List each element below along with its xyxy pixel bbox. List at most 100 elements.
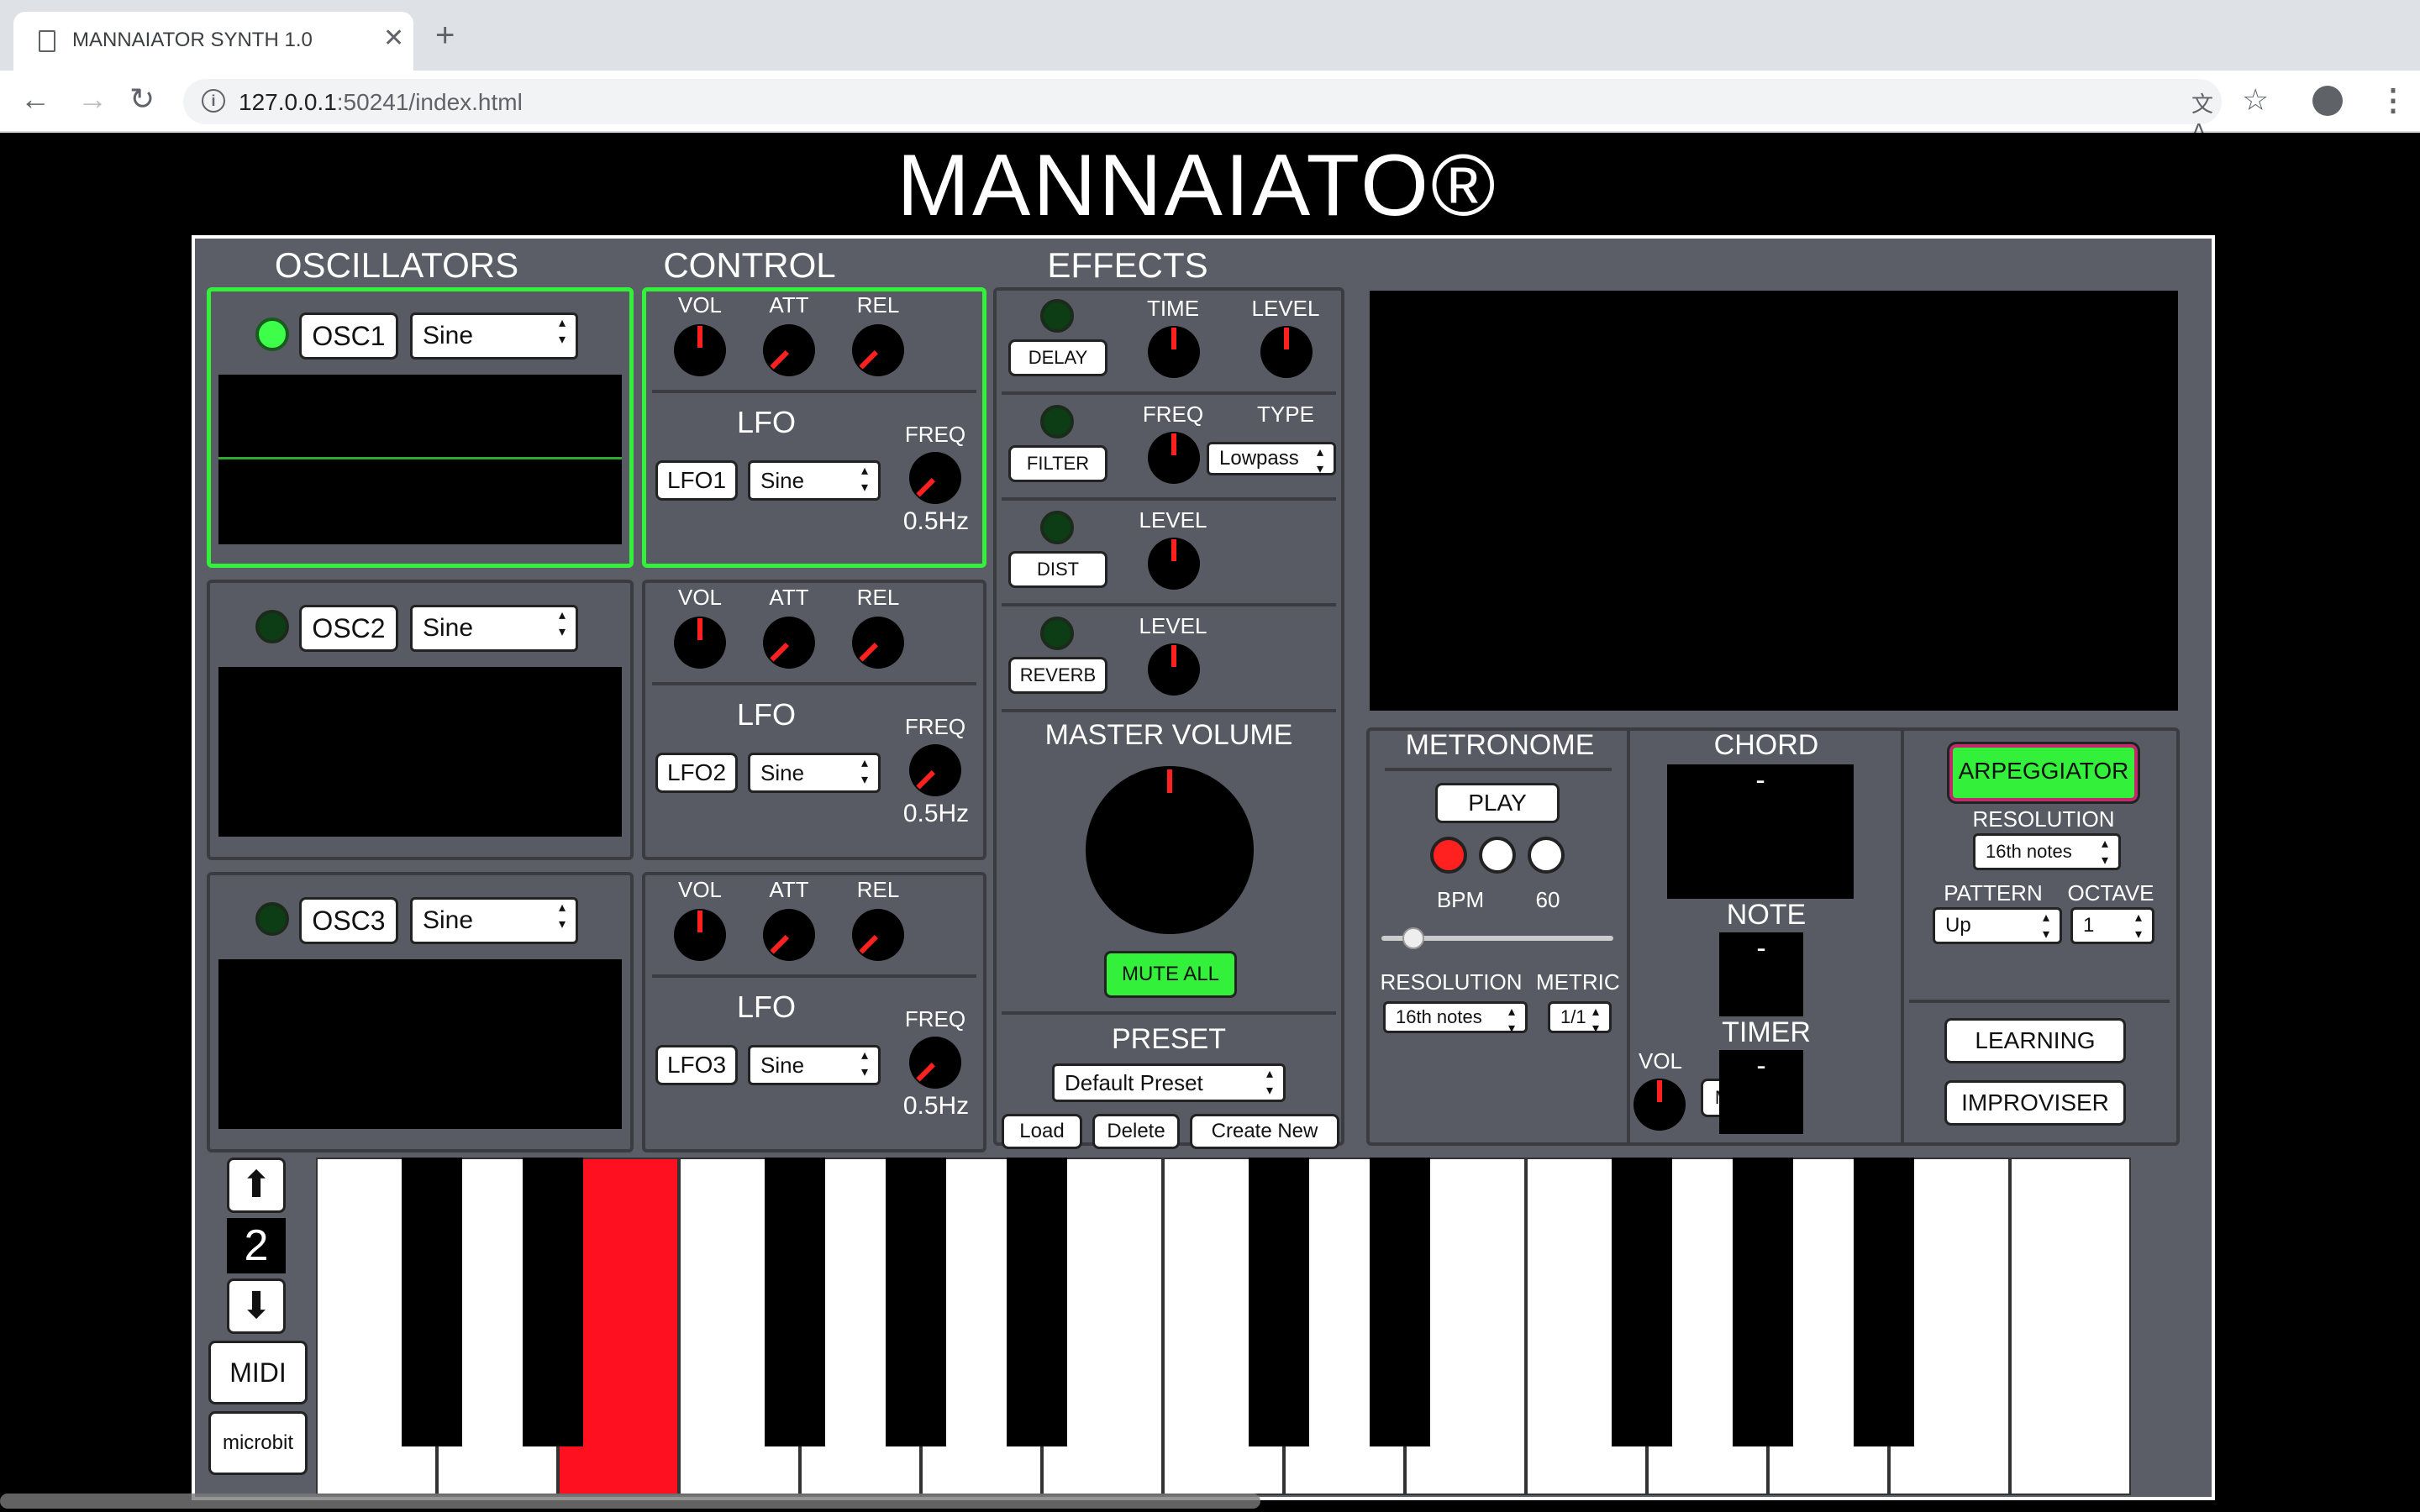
osc2-wave-select[interactable]: Sine <box>410 605 578 652</box>
filter-freq-knob[interactable] <box>1148 432 1200 484</box>
vol-label: VOL <box>677 877 723 902</box>
filter-type-select[interactable]: Lowpass <box>1207 442 1336 478</box>
octave-up-button[interactable]: ⬆ <box>227 1158 286 1213</box>
osc2-button[interactable]: OSC2 <box>299 605 398 652</box>
osc3-wave-select[interactable]: Sine <box>410 897 578 944</box>
learning-button[interactable]: LEARNING <box>1944 1018 2126 1063</box>
delay-button[interactable]: DELAY <box>1008 339 1107 376</box>
divider <box>1901 731 1904 1142</box>
black-key[interactable] <box>1370 1158 1430 1446</box>
bpm-slider-thumb[interactable] <box>1402 927 1424 949</box>
chord-display: - <box>1667 764 1854 899</box>
preset-select[interactable]: Default Preset <box>1052 1063 1286 1102</box>
osc1-vol-knob[interactable] <box>674 324 726 376</box>
close-tab-icon[interactable]: ✕ <box>383 24 404 53</box>
lfo2-button[interactable]: LFO2 <box>655 753 738 793</box>
black-key[interactable] <box>1007 1158 1067 1446</box>
filter-type-label: TYPE <box>1257 402 1314 427</box>
lfo3-button[interactable]: LFO3 <box>655 1045 738 1085</box>
black-key[interactable] <box>1249 1158 1309 1446</box>
metronome-play-button[interactable]: PLAY <box>1435 783 1560 823</box>
lfo3-freq-knob[interactable] <box>909 1037 961 1089</box>
lfo2-freq-knob[interactable] <box>909 744 961 796</box>
bpm-slider[interactable] <box>1381 927 1613 949</box>
metronome-vol-knob[interactable] <box>1634 1079 1686 1131</box>
metronome-resolution-select[interactable]: 16th notes <box>1383 1001 1528 1037</box>
osc2-rel-knob[interactable] <box>852 617 904 669</box>
reverb-button[interactable]: REVERB <box>1008 657 1107 694</box>
lfo3-wave-select[interactable]: Sine <box>748 1045 881 1085</box>
lfo1-wave-select[interactable]: Sine <box>748 460 881 501</box>
black-key[interactable] <box>402 1158 462 1446</box>
oscillators-heading: OSCILLATORS <box>274 245 519 285</box>
att-label: ATT <box>769 585 809 610</box>
osc2-att-knob[interactable] <box>763 617 815 669</box>
preset-load-button[interactable]: Load <box>1002 1114 1082 1149</box>
reload-icon[interactable]: ↻ <box>129 84 155 114</box>
osc3-rel-knob[interactable] <box>852 909 904 961</box>
arp-resolution-select[interactable]: 16th notes <box>1973 833 2121 870</box>
preset-delete-button[interactable]: Delete <box>1092 1114 1180 1149</box>
lfo1-freq-knob[interactable] <box>909 452 961 504</box>
browser-tab[interactable]: MANNAIATOR SYNTH 1.0 ✕ <box>13 12 413 71</box>
lfo1-button[interactable]: LFO1 <box>655 460 738 501</box>
delay-time-knob[interactable] <box>1148 326 1200 378</box>
preset-create-button[interactable]: Create New <box>1190 1114 1339 1149</box>
divider <box>1002 1011 1336 1015</box>
osc3-button[interactable]: OSC3 <box>299 897 398 944</box>
url-text[interactable]: 127.0.0.1:50241/index.html <box>239 89 523 116</box>
osc1-button[interactable]: OSC1 <box>299 312 398 360</box>
black-key[interactable] <box>1854 1158 1914 1446</box>
delay-led[interactable] <box>1040 299 1074 333</box>
osc1-led[interactable] <box>255 318 289 351</box>
black-key[interactable] <box>1733 1158 1793 1446</box>
lfo-freq-label: FREQ <box>904 714 966 739</box>
osc2-vol-knob[interactable] <box>674 617 726 669</box>
info-icon[interactable]: i <box>202 89 225 113</box>
lfo2-wave-select[interactable]: Sine <box>748 753 881 793</box>
delay-level-knob[interactable] <box>1260 326 1313 378</box>
white-key[interactable] <box>2010 1158 2131 1495</box>
master-volume-knob[interactable] <box>1086 766 1254 934</box>
pattern-label: PATTERN <box>1944 880 2043 906</box>
metric-select[interactable]: 1/1 <box>1548 1001 1612 1037</box>
reverb-led[interactable] <box>1040 617 1074 650</box>
improviser-button[interactable]: IMPROVISER <box>1944 1080 2126 1126</box>
osc1-att-knob[interactable] <box>763 324 815 376</box>
filter-button[interactable]: FILTER <box>1008 445 1107 482</box>
forward-icon[interactable]: → <box>77 84 108 114</box>
black-key[interactable] <box>523 1158 583 1446</box>
new-tab-icon[interactable]: + <box>435 18 455 52</box>
beat-indicator-2 <box>1479 837 1516 874</box>
horizontal-scrollbar[interactable] <box>0 1494 1260 1509</box>
osc1-wave-select[interactable]: Sine <box>410 312 578 360</box>
octave-select[interactable]: 1 <box>2070 907 2154 944</box>
filter-led[interactable] <box>1040 405 1074 438</box>
piano-keyboard <box>316 1158 2131 1495</box>
black-key[interactable] <box>1612 1158 1672 1446</box>
osc3-led[interactable] <box>255 902 289 936</box>
osc3-vol-knob[interactable] <box>674 909 726 961</box>
tab-title: MANNAIATOR SYNTH 1.0 <box>72 29 313 51</box>
osc2-led[interactable] <box>255 610 289 643</box>
octave-down-button[interactable]: ⬇ <box>227 1278 286 1334</box>
osc3-att-knob[interactable] <box>763 909 815 961</box>
address-bar[interactable]: i 127.0.0.1:50241/index.html 文A ☆ <box>183 79 2269 144</box>
osc1-rel-knob[interactable] <box>852 324 904 376</box>
account-icon[interactable] <box>2312 86 2343 116</box>
pattern-select[interactable]: Up <box>1933 907 2062 944</box>
midi-button[interactable]: MIDI <box>208 1341 308 1404</box>
bookmark-star-icon[interactable]: ☆ <box>2242 82 2269 118</box>
dist-led[interactable] <box>1040 511 1074 544</box>
back-icon[interactable]: ← <box>20 84 50 114</box>
reverb-level-knob[interactable] <box>1148 643 1200 696</box>
bpm-label: BPM <box>1436 887 1485 912</box>
microbit-button[interactable]: microbit <box>208 1411 308 1475</box>
menu-icon[interactable]: ⋮ <box>2378 82 2408 118</box>
black-key[interactable] <box>765 1158 825 1446</box>
dist-level-knob[interactable] <box>1148 538 1200 590</box>
arpeggiator-toggle-button[interactable]: ARPEGGIATOR <box>1947 742 2140 804</box>
black-key[interactable] <box>886 1158 946 1446</box>
mute-all-button[interactable]: MUTE ALL <box>1104 951 1237 998</box>
dist-button[interactable]: DIST <box>1008 551 1107 588</box>
